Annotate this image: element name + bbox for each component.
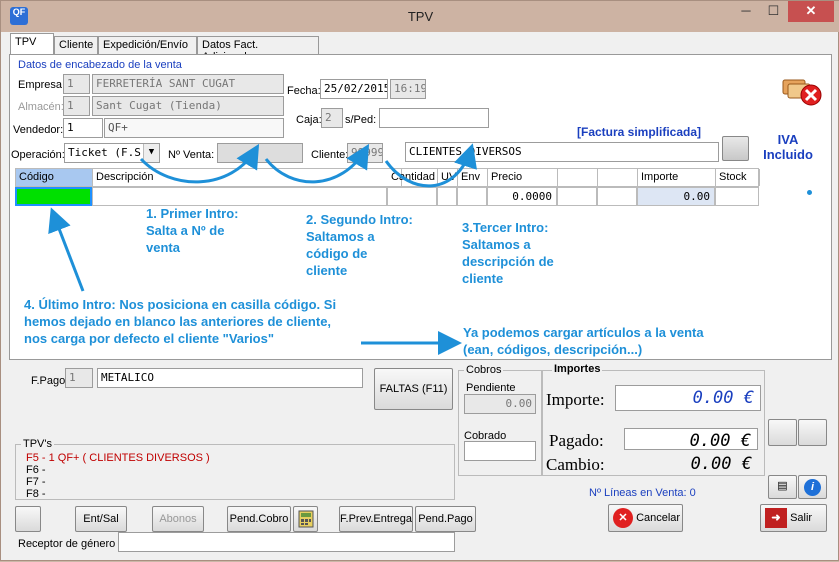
print-icon[interactable]: ▤ (768, 475, 797, 499)
salir-button[interactable]: ➜ Salir (760, 504, 827, 532)
tpvs-title: TPV's (21, 438, 54, 450)
salir-label: Salir (790, 512, 813, 525)
abonos-button[interactable]: Abonos (152, 506, 204, 532)
side-button-2[interactable] (798, 419, 827, 446)
tpv-line-f5[interactable]: F5 - 1 QF+ ( CLIENTES DIVERSOS ) (26, 452, 210, 464)
tpv-window: QF TPV ─ ☐ ✕ TPV Cliente Expedición/Enví… (0, 0, 839, 561)
importes-title: Importes (552, 363, 603, 375)
pendiente-field[interactable]: 0.00 (464, 394, 536, 414)
exit-door-icon: ➜ (765, 508, 787, 529)
cambio-label: Cambio: (546, 455, 605, 474)
fpago-code-field[interactable]: 1 (65, 368, 93, 388)
importe-label: Importe: (546, 390, 605, 409)
tpv-line-f6[interactable]: F6 - (26, 464, 46, 476)
tpv-line-f7[interactable]: F7 - (26, 476, 46, 488)
cancelar-button[interactable]: ✕ Cancelar (608, 504, 683, 532)
arrow-step-4 (48, 207, 85, 292)
fpago-label: F.Pago (31, 375, 66, 387)
receptor-label: Receptor de género (18, 538, 116, 550)
tpv-line-f8[interactable]: F8 - (26, 488, 46, 500)
cancel-icon: ✕ (613, 508, 633, 529)
fpago-name-field[interactable]: METALICO (97, 368, 363, 388)
arrow-step-3 (384, 143, 477, 188)
arrow-step-2 (264, 143, 370, 184)
fprev-entrega-button[interactable]: F.Prev.Entrega (339, 506, 413, 532)
pagado-label: Pagado: (549, 431, 604, 450)
receptor-field[interactable] (118, 532, 455, 552)
blank-button[interactable] (15, 506, 41, 532)
pend-pago-button[interactable]: Pend.Pago (415, 506, 476, 532)
pend-cobro-button[interactable]: Pend.Cobro (227, 506, 291, 532)
faltas-button[interactable]: FALTAS (F11) (374, 368, 453, 410)
calculator-icon[interactable] (293, 506, 318, 532)
importe-total-field[interactable]: 0.00 € (615, 385, 761, 411)
cancelar-label: Cancelar (636, 512, 681, 525)
info-icon[interactable]: i (798, 475, 827, 499)
entsal-button[interactable]: Ent/Sal (75, 506, 127, 532)
cobros-title: Cobros (464, 364, 504, 376)
cambio-value: 0.00 € (690, 454, 752, 474)
cobrado-field[interactable] (464, 441, 536, 461)
side-button-1[interactable] (768, 419, 797, 446)
pendiente-label: Pendiente (466, 382, 516, 394)
arrow-step-1 (139, 143, 260, 184)
pagado-field[interactable]: 0.00 € (624, 428, 758, 450)
lineas-count: Nº Líneas en Venta: 0 (589, 487, 696, 499)
